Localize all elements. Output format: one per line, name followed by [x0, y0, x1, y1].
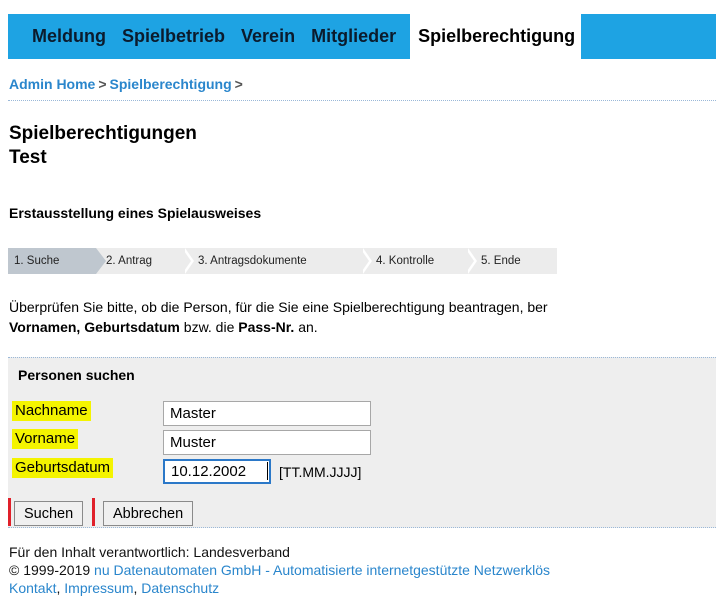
intro-line1: Überprüfen Sie bitte, ob die Person, für… — [9, 299, 548, 315]
nav-item-spielberechtigung[interactable]: Spielberechtigung — [410, 14, 582, 59]
nav-item-mitglieder[interactable]: Mitglieder — [303, 14, 404, 59]
step-3-antragsdokumente: 3. Antragsdokumente — [198, 255, 307, 267]
intro-text: Überprüfen Sie bitte, ob die Person, für… — [9, 297, 548, 337]
page-title: Spielberechtigungen Test — [9, 122, 197, 170]
breadcrumb-separator: > — [234, 76, 243, 92]
footer-link-impressum[interactable]: Impressum — [64, 580, 133, 596]
search-button[interactable]: Suchen — [14, 501, 84, 526]
nav-item-meldung[interactable]: Meldung — [8, 14, 114, 59]
person-search-form: Personen suchen Nachname Vorname Geburts… — [8, 357, 716, 528]
cancel-button[interactable]: Abbrechen — [103, 501, 194, 526]
nachname-label: Nachname — [12, 401, 91, 421]
vorname-input[interactable] — [163, 430, 371, 455]
divider — [8, 100, 716, 101]
footer-responsible: Für den Inhalt verantwortlich: Landesver… — [9, 544, 290, 560]
step-separator — [182, 248, 194, 274]
nav-item-verein[interactable]: Verein — [233, 14, 303, 59]
annotation-mark — [8, 498, 11, 526]
footer-link-kontakt[interactable]: Kontakt — [9, 580, 56, 596]
step-5-ende: 5. Ende — [481, 255, 521, 267]
nav-item-spielbetrieb[interactable]: Spielbetrieb — [114, 14, 233, 59]
step-separator — [360, 248, 372, 274]
footer-links: Kontakt, Impressum, Datenschutz — [9, 580, 220, 596]
intro-end: an. — [294, 319, 318, 335]
intro-bold-passnr: Pass-Nr. — [238, 319, 295, 335]
annotation-mark — [92, 498, 95, 526]
step-4-kontrolle: 4. Kontrolle — [376, 255, 435, 267]
step-separator — [465, 248, 477, 274]
date-format-hint: [TT.MM.JJJJ] — [279, 464, 362, 480]
geburtsdatum-input[interactable] — [163, 459, 271, 484]
intro-mid: bzw. die — [179, 319, 239, 335]
step-progress: 1. Suche 2. Antrag 3. Antragsdokumente 4… — [8, 248, 557, 274]
nachname-input[interactable] — [163, 401, 371, 426]
geburtsdatum-label: Geburtsdatum — [12, 458, 114, 478]
text-cursor — [267, 462, 268, 480]
breadcrumb-admin-home[interactable]: Admin Home — [9, 76, 95, 92]
main-nav: Meldung Spielbetrieb Verein Mitglieder S… — [8, 14, 716, 59]
footer-copyright-line: © 1999-2019 nu Datenautomaten GmbH - Aut… — [9, 561, 550, 579]
breadcrumb-spielberechtigung[interactable]: Spielberechtigung — [110, 76, 232, 92]
section-heading: Erstausstellung eines Spielausweises — [9, 205, 262, 221]
page-title-line2: Test — [9, 147, 47, 168]
vorname-label: Vorname — [12, 429, 79, 449]
form-title: Personen suchen — [18, 367, 135, 383]
step-1-suche: 1. Suche — [8, 248, 106, 274]
breadcrumb: Admin Home > Spielberechtigung > — [9, 76, 246, 92]
footer-link-datenschutz[interactable]: Datenschutz — [141, 580, 219, 596]
intro-bold-fields: Vornamen, Geburtsdatum — [9, 319, 180, 335]
footer-company-link[interactable]: nu Datenautomaten GmbH - Automatisierte … — [94, 562, 550, 578]
step-2-antrag: 2. Antrag — [106, 255, 153, 267]
page-title-line1: Spielberechtigungen — [9, 123, 197, 144]
footer-copyright: © 1999-2019 — [9, 562, 91, 578]
breadcrumb-separator: > — [98, 76, 107, 92]
footer: Für den Inhalt verantwortlich: Landesver… — [9, 543, 550, 597]
intro-line2: Vornamen, Geburtsdatum bzw. die Pass-Nr.… — [9, 317, 548, 337]
